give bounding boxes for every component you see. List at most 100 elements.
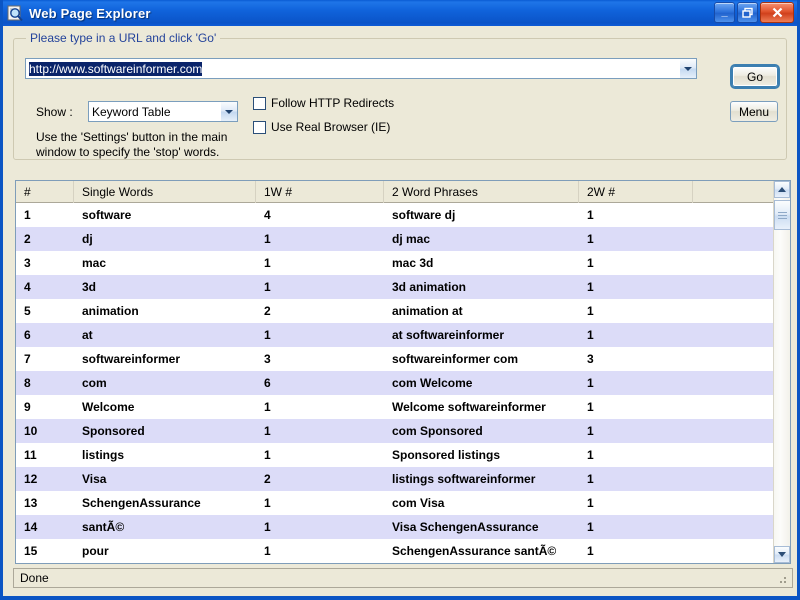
table-cell: 1 <box>587 280 594 294</box>
table-row[interactable]: 13 SchengenAssurance 1 com Visa 1 <box>16 491 790 515</box>
minimize-icon: _ <box>721 6 728 18</box>
table-cell: 3 <box>587 352 594 366</box>
resize-grip-icon[interactable] <box>776 573 788 585</box>
checkbox-box-icon[interactable] <box>253 97 266 110</box>
table-cell <box>693 515 775 539</box>
go-button[interactable]: Go <box>732 66 778 87</box>
table-header-row: # Single Words 1W #2 Word Phrases 2W # <box>16 181 790 203</box>
table-cell: 13 <box>24 496 38 510</box>
table-row[interactable]: 5 animation 2 animation at 1 <box>16 299 790 323</box>
table-cell <box>693 419 775 443</box>
show-label: Show : <box>36 105 73 119</box>
table-cell: mac <box>82 256 107 270</box>
table-row[interactable]: 1 software 4 software dj 1 <box>16 203 790 227</box>
chevron-down-icon[interactable] <box>220 102 237 121</box>
table-cell: softwareinformer com <box>392 352 519 366</box>
use-real-browser-label: Use Real Browser (IE) <box>271 120 391 134</box>
table-cell: 10 <box>24 424 38 438</box>
table-cell: 1 <box>264 280 271 294</box>
table-cell: Sponsored <box>82 424 145 438</box>
table-cell <box>693 251 775 275</box>
table-row[interactable]: 8 com 6 com Welcome 1 <box>16 371 790 395</box>
table-cell: 1 <box>587 400 594 414</box>
url-input-text[interactable]: http://www.softwareinformer.com <box>26 61 679 76</box>
table-row[interactable]: 7 softwareinformer 3 softwareinformer com 3 <box>16 347 790 371</box>
column-header-5[interactable] <box>693 181 775 203</box>
follow-redirects-label: Follow HTTP Redirects <box>271 96 395 110</box>
column-header-1[interactable]: Single Words <box>74 181 256 203</box>
table-cell: 1 <box>587 328 594 342</box>
table-row[interactable]: 9 Welcome 1 Welcome softwareinformer 1 <box>16 395 790 419</box>
table-cell: 1 <box>264 424 271 438</box>
table-cell <box>693 371 775 395</box>
scroll-down-button[interactable] <box>774 546 790 563</box>
table-cell: 1 <box>587 256 594 270</box>
table-cell: 1 <box>587 376 594 390</box>
table-cell: 1 <box>587 424 594 438</box>
show-select[interactable]: Keyword Table <box>88 101 238 122</box>
table-cell: software <box>82 208 132 222</box>
vertical-scrollbar[interactable] <box>773 181 790 563</box>
table-cell <box>693 203 775 227</box>
table-cell: pour <box>82 544 109 558</box>
table-cell: 1 <box>587 208 594 222</box>
url-input[interactable]: http://www.softwareinformer.com <box>25 58 697 79</box>
url-dropdown-arrow-icon[interactable] <box>679 59 696 78</box>
table-row[interactable]: 14 santÃ© 1 Visa SchengenAssurance 1 <box>16 515 790 539</box>
table-cell: Visa SchengenAssurance <box>392 520 539 534</box>
minimize-button[interactable]: _ <box>714 2 735 23</box>
table-cell: 5 <box>24 304 31 318</box>
keyword-table: # Single Words 1W #2 Word Phrases 2W # 1 sof… <box>15 180 791 564</box>
table-cell: 1 <box>264 448 271 462</box>
checkbox-box-icon[interactable] <box>253 121 266 134</box>
table-cell: 3d animation <box>392 280 467 294</box>
table-cell: 4 <box>264 208 271 222</box>
table-row[interactable]: 2 dj 1 dj mac 1 <box>16 227 790 251</box>
table-row[interactable]: 11 listings 1 Sponsored listings 1 <box>16 443 790 467</box>
close-button[interactable] <box>760 2 794 23</box>
table-row[interactable]: 6 at 1 at softwareinformer 1 <box>16 323 790 347</box>
scrollbar-track[interactable] <box>774 198 790 546</box>
table-cell: 14 <box>24 520 38 534</box>
title-bar[interactable]: Web Page Explorer _ <box>3 0 797 26</box>
table-cell <box>693 491 775 515</box>
table-cell: 3 <box>24 256 31 270</box>
follow-redirects-checkbox[interactable]: Follow HTTP Redirects <box>253 96 394 110</box>
table-cell: 2 <box>264 472 271 486</box>
table-row[interactable]: 4 3d 1 3d animation 1 <box>16 275 790 299</box>
table-cell: 1 <box>24 208 31 222</box>
use-real-browser-checkbox[interactable]: Use Real Browser (IE) <box>253 120 390 134</box>
table-cell: listings <box>82 448 125 462</box>
table-cell: 1 <box>264 496 271 510</box>
column-header-3[interactable]: 2 Word Phrases <box>384 181 579 203</box>
status-text: Done <box>20 571 49 585</box>
table-row[interactable]: 10 Sponsored 1 com Sponsored 1 <box>16 419 790 443</box>
table-cell <box>693 443 775 467</box>
column-header-4[interactable]: 2W # <box>579 181 693 203</box>
column-header-0[interactable]: # <box>16 181 74 203</box>
table-cell: dj mac <box>392 232 431 246</box>
table-cell: 6 <box>264 376 271 390</box>
menu-button[interactable]: Menu <box>730 101 778 122</box>
table-cell: 1 <box>264 400 271 414</box>
table-cell <box>693 395 775 419</box>
column-header-2[interactable]: 1W # <box>256 181 384 203</box>
table-cell: com Welcome <box>392 376 473 390</box>
table-cell: 6 <box>24 328 31 342</box>
table-cell: mac 3d <box>392 256 434 270</box>
table-cell: 1 <box>264 256 271 270</box>
table-cell: 7 <box>24 352 31 366</box>
table-cell: santÃ© <box>82 520 125 534</box>
table-row[interactable]: 12 Visa 2 listings softwareinformer 1 <box>16 467 790 491</box>
maximize-button[interactable] <box>737 2 758 23</box>
table-cell <box>693 275 775 299</box>
table-cell: 9 <box>24 400 31 414</box>
table-cell: Welcome softwareinformer <box>392 400 546 414</box>
table-cell: 11 <box>24 448 37 462</box>
table-row[interactable]: 3 mac 1 mac 3d 1 <box>16 251 790 275</box>
table-cell: 3 <box>264 352 271 366</box>
table-cell: Sponsored listings <box>392 448 501 462</box>
table-row[interactable]: 15 pour 1 SchengenAssurance santÃ© 1 <box>16 539 790 563</box>
scroll-up-button[interactable] <box>774 181 790 198</box>
scrollbar-thumb[interactable] <box>774 200 790 230</box>
